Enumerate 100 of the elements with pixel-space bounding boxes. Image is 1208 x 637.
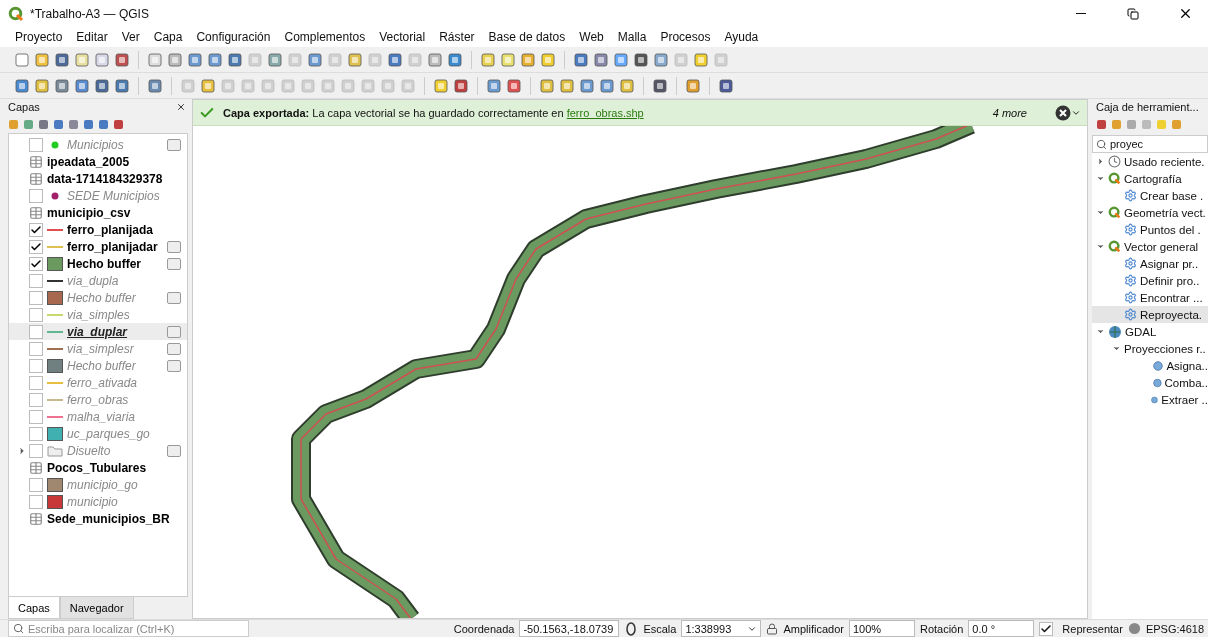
tool-icon[interactable] [53, 118, 64, 130]
checkbox[interactable] [29, 494, 43, 509]
tool-icon[interactable] [147, 77, 163, 94]
tool-icon[interactable] [593, 51, 609, 68]
tool-icon[interactable] [113, 118, 124, 130]
menu-item[interactable]: Vectorial [372, 30, 433, 44]
tool-icon[interactable] [573, 51, 589, 68]
menu-item[interactable]: Base de datos [481, 30, 573, 44]
checkbox[interactable] [29, 358, 43, 373]
layer-row[interactable]: uc_parques_go [9, 425, 187, 442]
toolbox-item[interactable]: GDAL [1092, 323, 1208, 340]
embedded-indicator-icon[interactable] [167, 445, 181, 457]
menu-item[interactable]: Procesos [653, 30, 718, 44]
layer-row[interactable]: ferro_planijada [9, 221, 187, 238]
globe-icon[interactable] [1127, 622, 1141, 635]
tool-icon[interactable] [633, 51, 649, 68]
toolbox-item[interactable]: Cartografía [1092, 170, 1208, 187]
toolbox-item[interactable]: Asignar pr.. [1092, 255, 1208, 272]
toolbox-item[interactable]: Geometría vect. [1092, 204, 1208, 221]
tool-icon[interactable] [599, 77, 615, 94]
expand-arrow-icon[interactable] [1096, 174, 1105, 183]
tool-icon[interactable] [307, 51, 323, 68]
menu-item[interactable]: Ayuda [717, 30, 766, 44]
embedded-indicator-icon[interactable] [167, 326, 181, 338]
checkbox[interactable] [29, 409, 43, 424]
layer-row[interactable]: Hecho buffer [9, 289, 187, 306]
tool-icon[interactable] [34, 51, 50, 68]
layer-row[interactable]: Pocos_Tubulares [9, 459, 187, 476]
checkbox[interactable] [29, 477, 43, 492]
checkbox[interactable] [29, 188, 43, 203]
expand-arrow-icon[interactable] [1096, 242, 1105, 251]
tool-icon[interactable] [652, 77, 668, 94]
tool-icon[interactable] [453, 77, 469, 94]
tool-icon[interactable] [227, 51, 243, 68]
tool-icon[interactable] [506, 77, 522, 94]
layer-row[interactable]: ferro_obras [9, 391, 187, 408]
tool-icon[interactable] [347, 51, 363, 68]
close-icon[interactable] [176, 102, 186, 112]
embedded-indicator-icon[interactable] [167, 241, 181, 253]
layer-row[interactable]: municipio [9, 493, 187, 510]
toolbox-item[interactable]: Reproyecta. [1092, 306, 1208, 323]
layer-row[interactable]: via_simples [9, 306, 187, 323]
tool-icon[interactable] [520, 51, 536, 68]
embedded-indicator-icon[interactable] [167, 139, 181, 151]
tool-icon[interactable] [613, 51, 629, 68]
tool-icon[interactable] [1096, 118, 1107, 130]
crs-label[interactable]: EPSG:4618 [1145, 622, 1204, 635]
tool-icon[interactable] [539, 77, 555, 94]
checkbox[interactable] [1039, 621, 1054, 636]
layer-row[interactable]: Hecho buffer [9, 255, 187, 272]
layer-row[interactable]: ferro_planijadar [9, 238, 187, 255]
menu-item[interactable]: Web [572, 30, 611, 44]
tool-icon[interactable] [433, 77, 449, 94]
embedded-indicator-icon[interactable] [167, 343, 181, 355]
checkbox[interactable] [29, 341, 43, 356]
coordinate-field[interactable]: -50.1563,-18.0739 [519, 620, 620, 637]
checkbox[interactable] [29, 324, 43, 339]
locate-field[interactable]: Escriba para localizar (Ctrl+K) [8, 620, 249, 637]
layer-row[interactable]: Disuelto [9, 442, 187, 459]
toolbox-item[interactable]: Usado reciente. [1092, 153, 1208, 170]
menu-item[interactable]: Malla [610, 30, 654, 44]
tool-icon[interactable] [14, 77, 30, 94]
rotation-field[interactable]: 0.0 ° [968, 620, 1035, 637]
tool-icon[interactable] [579, 77, 595, 94]
layer-row[interactable]: municipio_csv [9, 204, 187, 221]
menu-item[interactable]: Ráster [432, 30, 482, 44]
tool-icon[interactable] [83, 118, 94, 130]
toolbox-item[interactable]: Definir pro.. [1092, 272, 1208, 289]
checkbox[interactable] [29, 137, 43, 152]
toolbox-item[interactable]: Comba.. [1092, 374, 1208, 391]
expand-arrow-icon[interactable] [1096, 327, 1105, 336]
panel-tab[interactable]: Capas [8, 597, 60, 619]
tool-icon[interactable] [693, 51, 709, 68]
tool-icon[interactable] [114, 77, 130, 94]
tool-icon[interactable] [718, 77, 734, 94]
toolbox-item[interactable]: Extraer .. [1092, 391, 1208, 408]
tool-icon[interactable] [98, 118, 109, 130]
checkbox[interactable] [29, 222, 43, 237]
checkbox[interactable] [29, 273, 43, 288]
tool-icon[interactable] [447, 51, 463, 68]
layer-row[interactable]: via_simplesr [9, 340, 187, 357]
menu-item[interactable]: Ver [114, 30, 147, 44]
expand-arrow-icon[interactable] [1112, 344, 1121, 353]
toolbox-item[interactable]: Crear base . [1092, 187, 1208, 204]
tool-icon[interactable] [54, 77, 70, 94]
layer-row[interactable]: via_duplar [9, 323, 187, 340]
tool-icon[interactable] [387, 51, 403, 68]
layer-row[interactable]: SEDE Municipios [9, 187, 187, 204]
tool-icon[interactable] [114, 51, 130, 68]
layer-row[interactable]: Municipios [9, 136, 187, 153]
menu-item[interactable]: Editar [69, 30, 115, 44]
expand-arrow-icon[interactable] [17, 445, 27, 456]
toolbox-item[interactable]: Encontrar ... [1092, 289, 1208, 306]
toolbox-item[interactable]: Puntos del . [1092, 221, 1208, 238]
menu-item[interactable]: Complementos [277, 30, 373, 44]
tool-icon[interactable] [540, 51, 556, 68]
layer-row[interactable]: via_dupla [9, 272, 187, 289]
menu-item[interactable]: Proyecto [8, 30, 70, 44]
checkbox[interactable] [29, 290, 43, 305]
tool-icon[interactable] [187, 51, 203, 68]
